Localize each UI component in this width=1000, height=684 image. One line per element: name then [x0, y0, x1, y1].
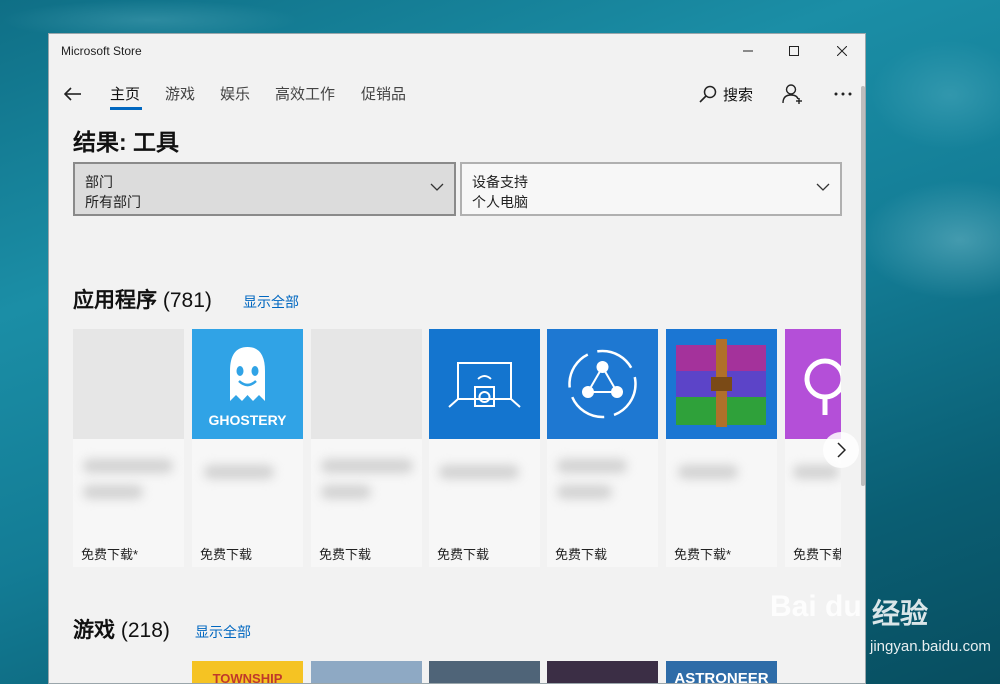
games-show-all-link[interactable]: 显示全部 [195, 622, 251, 642]
app-price: 免费下载* [674, 547, 732, 562]
user-add-icon [782, 84, 802, 104]
chevron-down-icon [816, 183, 830, 191]
tab-productivity[interactable]: 高效工作 [275, 83, 335, 104]
apps-title: 应用程序 [73, 289, 157, 312]
nav-bar: 主页 游戏 娱乐 高效工作 促销品 搜索 [49, 74, 865, 114]
vertical-scrollbar[interactable] [861, 86, 865, 486]
apps-show-all-link[interactable]: 显示全部 [243, 292, 299, 312]
svg-text:ASTRONEER: ASTRONEER [674, 670, 768, 684]
game-tile[interactable] [547, 661, 658, 683]
active-tab-indicator [110, 107, 142, 110]
app-price: 免费下载* [81, 547, 139, 562]
scroll-next-button[interactable] [823, 432, 859, 468]
games-count: (218) [120, 619, 170, 642]
maximize-icon [789, 45, 799, 56]
app-price: 免费下载 [319, 547, 372, 562]
background-wave [860, 180, 1000, 300]
watermark-subtitle: 经验 [872, 598, 929, 629]
app-name-blurred [551, 451, 654, 511]
games-section-title: 游戏 (218) [73, 614, 170, 644]
store-window: Microsoft Store 主页 游戏 娱乐 高效工作 促销品 搜索 结果:… [48, 33, 866, 684]
tab-games[interactable]: 游戏 [165, 83, 195, 104]
cast-screen-icon [429, 329, 540, 439]
tab-deals[interactable]: 促销品 [361, 83, 406, 104]
games-title: 游戏 [73, 619, 115, 642]
app-name-blurred [77, 451, 180, 511]
results-heading: 结果: 工具 [73, 129, 180, 155]
app-tile[interactable]: 免费下载 [429, 329, 540, 567]
more-button[interactable] [829, 80, 857, 108]
winrar-icon [666, 329, 777, 439]
game-tile[interactable]: TOWNSHIP [192, 661, 303, 684]
search-label: 搜索 [723, 86, 754, 104]
share-icon [547, 329, 658, 439]
game-tile[interactable] [311, 661, 422, 683]
department-filter-dropdown[interactable]: 部门 所有部门 [73, 162, 456, 216]
svg-text:TOWNSHIP: TOWNSHIP [213, 671, 283, 684]
minimize-button[interactable] [725, 34, 771, 67]
back-arrow-icon [64, 87, 81, 101]
background-wave [870, 40, 1000, 150]
minimize-icon [743, 50, 753, 51]
tab-home[interactable]: 主页 [110, 83, 140, 104]
main-content: 结果: 工具 部门 所有部门 设备支持 个人电脑 应用程序 (781) 显示全部… [49, 114, 865, 684]
app-tile[interactable]: 免费下载* [73, 329, 184, 567]
maximize-button[interactable] [771, 34, 817, 67]
app-tile[interactable]: GHOSTERY 免费下载 [192, 329, 303, 567]
filter-label: 部门 [85, 174, 113, 190]
podcast-icon [785, 329, 841, 439]
more-dots-icon [834, 92, 852, 96]
tab-entertainment[interactable]: 娱乐 [220, 83, 250, 104]
chevron-down-icon [430, 183, 444, 191]
watermark-url: jingyan.baidu.com [870, 638, 991, 655]
ghostery-icon: GHOSTERY [192, 329, 303, 439]
chevron-right-icon [837, 442, 846, 458]
app-tile[interactable]: 免费下载* [666, 329, 777, 567]
close-icon [837, 45, 847, 56]
window-title: Microsoft Store [61, 44, 142, 58]
app-name-blurred [315, 451, 418, 511]
close-button[interactable] [819, 34, 865, 67]
app-icon-placeholder [311, 329, 422, 439]
watermark-logo: Bai du [770, 590, 862, 623]
apps-count: (781) [162, 289, 212, 312]
app-name-blurred [670, 451, 773, 511]
app-price: 免费下载 [793, 547, 841, 562]
filter-value: 个人电脑 [472, 194, 528, 210]
app-tile[interactable]: 免费下载 [311, 329, 422, 567]
app-name-blurred [433, 451, 536, 511]
app-tile[interactable]: 免费下载 [547, 329, 658, 567]
baidu-watermark: Bai du 经验 jingyan.baidu.com [762, 578, 991, 658]
app-price: 免费下载 [200, 547, 253, 562]
app-name-blurred [196, 451, 299, 511]
svg-text:GHOSTERY: GHOSTERY [208, 412, 287, 428]
search-icon [699, 85, 717, 103]
account-button[interactable] [779, 80, 807, 108]
apps-section-title: 应用程序 (781) [73, 284, 212, 314]
title-bar: Microsoft Store [49, 34, 865, 67]
back-button[interactable] [59, 80, 87, 108]
app-icon-placeholder [73, 329, 184, 439]
game-tile[interactable]: ASTRONEER [666, 661, 777, 684]
search-button[interactable]: 搜索 [699, 80, 753, 108]
filter-value: 所有部门 [85, 194, 141, 210]
game-tile[interactable] [429, 661, 540, 683]
filter-label: 设备支持 [472, 174, 528, 190]
device-filter-dropdown[interactable]: 设备支持 个人电脑 [460, 162, 842, 216]
app-price: 免费下载 [555, 547, 608, 562]
app-price: 免费下载 [437, 547, 490, 562]
